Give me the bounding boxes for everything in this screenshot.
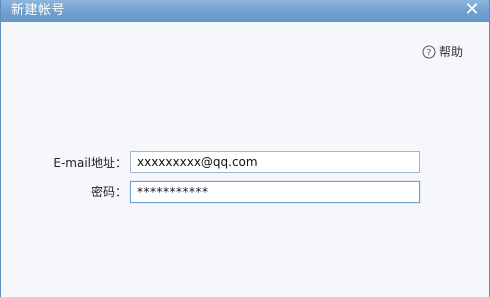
- title-bar[interactable]: 新建帐号 ✕: [1, 0, 489, 22]
- email-label: E-mail地址：: [53, 156, 127, 170]
- help-circle-icon: ?: [422, 45, 436, 59]
- dialog-title: 新建帐号: [11, 3, 66, 18]
- help-label: 帮助: [439, 45, 464, 59]
- svg-text:?: ?: [427, 49, 432, 59]
- help-link[interactable]: ? 帮助: [422, 44, 463, 60]
- password-field[interactable]: ***********: [130, 181, 420, 203]
- email-field[interactable]: xxxxxxxxx@qq.com: [130, 151, 420, 173]
- new-account-dialog: 新建帐号 ✕ ? 帮助 E-mail地址： xxxxxxxxx@qq.com 密…: [0, 0, 490, 297]
- close-icon[interactable]: ✕: [463, 1, 481, 19]
- password-label: 密码：: [90, 185, 127, 199]
